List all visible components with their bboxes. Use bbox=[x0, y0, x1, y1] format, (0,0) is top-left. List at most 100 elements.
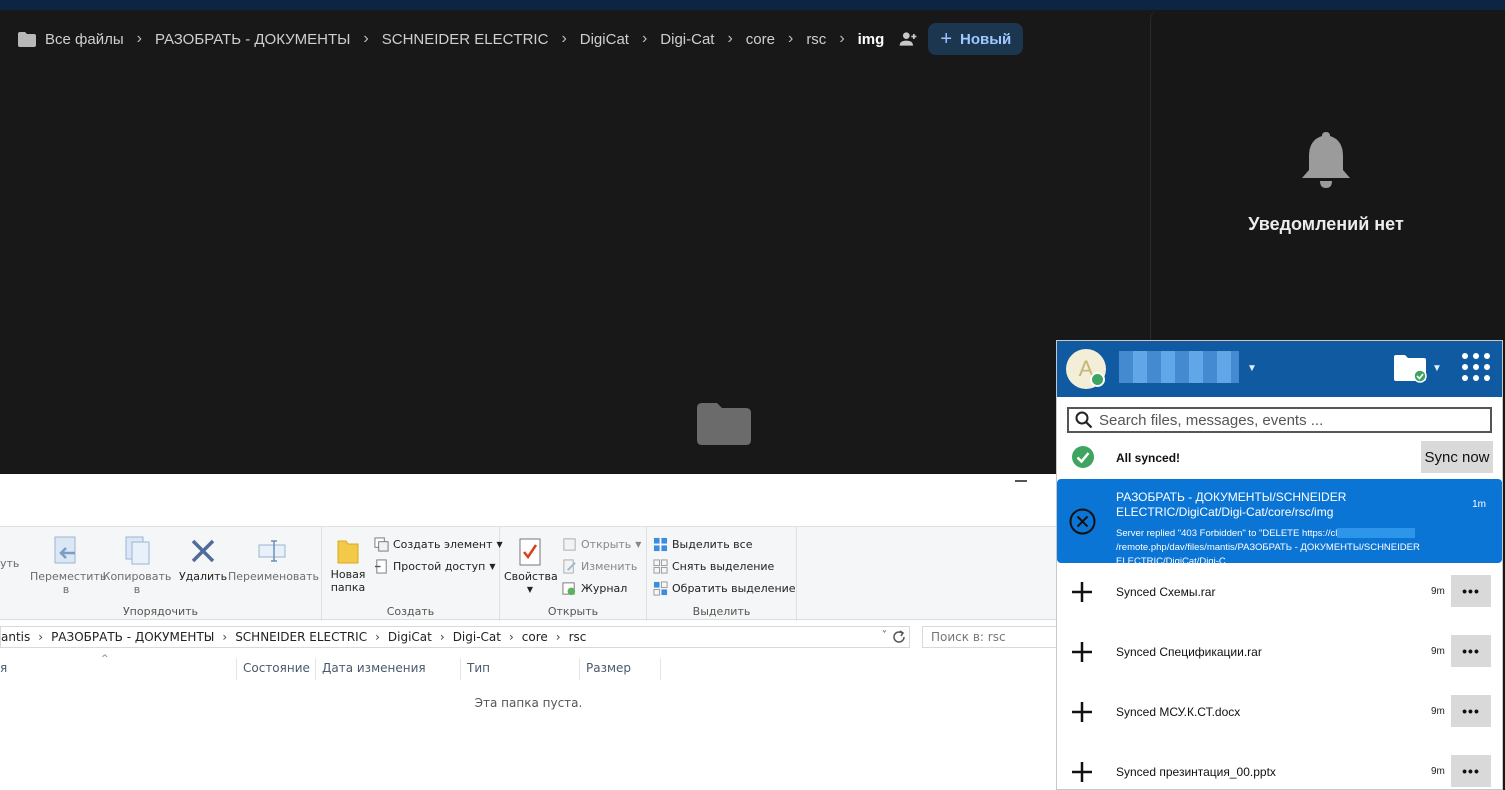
copy-to-label: Копировать в bbox=[102, 570, 172, 596]
chevron-right-icon: › bbox=[727, 30, 733, 47]
ribbon-group-create: Новая папка Создать элемент ▼ Простой до… bbox=[322, 527, 503, 621]
sync-client-popup: A ▼ ▼ Search files, messages, events ...… bbox=[1056, 340, 1503, 790]
activity-item[interactable]: Synced Спецификации.rar 9m ••• bbox=[1057, 623, 1502, 683]
error-activity-item[interactable]: РАЗОБРАТЬ - ДОКУМЕНТЫ/SCHNEIDER ELECTRIC… bbox=[1057, 479, 1502, 567]
redacted-host bbox=[1337, 528, 1416, 539]
share-user-icon[interactable] bbox=[898, 29, 918, 49]
group-label-create: Создать bbox=[386, 605, 435, 618]
address-segment[interactable]: antis bbox=[1, 630, 30, 644]
rename-button[interactable]: Переименовать bbox=[228, 535, 320, 583]
column-size[interactable]: Размер bbox=[580, 658, 661, 680]
select-none-button[interactable]: Снять выделение bbox=[653, 559, 774, 574]
address-segment[interactable]: SCHNEIDER ELECTRIC bbox=[235, 630, 367, 644]
cut-button[interactable]: уть bbox=[0, 557, 19, 570]
properties-button[interactable]: Свойства ▼ bbox=[504, 537, 558, 596]
select-all-button[interactable]: Выделить все bbox=[653, 537, 752, 552]
bell-icon bbox=[1302, 132, 1350, 188]
address-segment[interactable]: rsc bbox=[569, 630, 587, 644]
activity-item[interactable]: Synced Схемы.rar 9m ••• bbox=[1057, 563, 1502, 623]
dropdown-arrow-icon: ▼ bbox=[635, 540, 642, 549]
activity-item[interactable]: Synced МСУ.К.СТ.docx 9m ••• bbox=[1057, 683, 1502, 743]
address-segment[interactable]: core bbox=[522, 630, 548, 644]
plus-icon: + bbox=[940, 27, 952, 50]
chevron-down-icon[interactable]: ▼ bbox=[1432, 363, 1442, 374]
move-to-button[interactable]: Переместить в bbox=[30, 535, 106, 596]
activity-item[interactable]: Synced презинтация_00.pptx 9m ••• bbox=[1057, 743, 1502, 790]
rename-label: Переименовать bbox=[228, 570, 320, 583]
breadcrumb-root-label: Все файлы bbox=[45, 30, 124, 48]
delete-button[interactable]: Удалить bbox=[178, 535, 228, 583]
client-search-input[interactable]: Search files, messages, events ... bbox=[1067, 407, 1492, 433]
chevron-down-icon[interactable]: ▼ bbox=[1247, 363, 1257, 374]
local-folder-icon[interactable] bbox=[1393, 353, 1427, 383]
new-button-label: Новый bbox=[960, 30, 1012, 48]
explorer-search-input[interactable]: Поиск в: rsc bbox=[922, 626, 1057, 648]
new-folder-button[interactable]: Новая папка bbox=[328, 537, 368, 594]
activity-time: 9m bbox=[1431, 766, 1445, 777]
search-icon bbox=[1075, 411, 1093, 429]
activity-text: Synced МСУ.К.СТ.docx bbox=[1116, 705, 1241, 719]
open-label: Открыть bbox=[581, 538, 632, 551]
error-x-circle-icon bbox=[1069, 508, 1096, 535]
address-dropdown-icon[interactable]: ˅ bbox=[882, 630, 887, 641]
sync-now-button[interactable]: Sync now bbox=[1421, 441, 1493, 473]
properties-icon bbox=[519, 538, 541, 566]
plus-icon bbox=[1072, 702, 1092, 722]
more-options-button[interactable]: ••• bbox=[1451, 695, 1491, 727]
new-item-button[interactable]: Создать элемент ▼ bbox=[374, 537, 503, 552]
apps-grid-icon[interactable] bbox=[1462, 353, 1490, 381]
chevron-right-icon: › bbox=[508, 630, 514, 644]
client-header: A ▼ ▼ bbox=[1057, 341, 1502, 397]
check-circle-icon bbox=[1072, 446, 1094, 468]
edit-label: Изменить bbox=[581, 560, 638, 573]
breadcrumb-item[interactable]: Digi-Cat bbox=[660, 31, 714, 48]
breadcrumb-item[interactable]: DigiCat bbox=[580, 31, 629, 48]
account-name-redacted[interactable] bbox=[1119, 351, 1239, 383]
activity-time: 9m bbox=[1431, 646, 1445, 657]
refresh-icon[interactable] bbox=[891, 629, 907, 645]
breadcrumb-item[interactable]: РАЗОБРАТЬ - ДОКУМЕНТЫ bbox=[155, 31, 350, 48]
invert-selection-button[interactable]: Обратить выделение bbox=[653, 581, 796, 596]
address-segment[interactable]: РАЗОБРАТЬ - ДОКУМЕНТЫ bbox=[51, 630, 214, 644]
edit-icon bbox=[563, 559, 576, 574]
breadcrumb-item[interactable]: core bbox=[746, 31, 775, 48]
easy-access-icon bbox=[374, 559, 387, 574]
column-date-modified[interactable]: Дата изменения bbox=[316, 658, 461, 680]
column-name[interactable]: я bbox=[0, 658, 237, 680]
chevron-right-icon: › bbox=[787, 30, 794, 47]
chevron-right-icon: › bbox=[439, 630, 445, 644]
column-status[interactable]: Состояние bbox=[237, 658, 316, 680]
new-item-label: Создать элемент bbox=[393, 538, 493, 551]
copy-to-button[interactable]: Копировать в bbox=[102, 535, 172, 596]
select-none-icon bbox=[653, 559, 668, 574]
rename-icon bbox=[258, 540, 286, 562]
breadcrumb-item[interactable]: SCHNEIDER ELECTRIC bbox=[382, 31, 549, 48]
more-options-button[interactable]: ••• bbox=[1451, 635, 1491, 667]
plus-icon bbox=[1072, 762, 1092, 782]
easy-access-button[interactable]: Простой доступ ▼ bbox=[374, 559, 495, 574]
delete-label: Удалить bbox=[178, 570, 228, 583]
address-segment[interactable]: DigiCat bbox=[388, 630, 432, 644]
minimize-button[interactable] bbox=[1015, 480, 1027, 482]
history-button[interactable]: Журнал bbox=[562, 581, 627, 596]
chevron-right-icon: › bbox=[555, 630, 561, 644]
new-folder-label: Новая папка bbox=[330, 568, 366, 594]
select-all-label: Выделить все bbox=[672, 538, 753, 551]
more-options-button[interactable]: ••• bbox=[1451, 575, 1491, 607]
breadcrumb-current[interactable]: img bbox=[858, 31, 885, 48]
address-bar[interactable]: antis › РАЗОБРАТЬ - ДОКУМЕНТЫ › SCHNEIDE… bbox=[0, 626, 910, 648]
activity-time: 9m bbox=[1431, 706, 1445, 717]
new-button[interactable]: + Новый bbox=[928, 23, 1024, 55]
column-type[interactable]: Тип bbox=[461, 658, 580, 680]
more-options-button[interactable]: ••• bbox=[1451, 755, 1491, 787]
group-label-organize: Упорядочить bbox=[122, 605, 199, 618]
open-button[interactable]: Открыть ▼ bbox=[562, 537, 641, 552]
easy-access-label: Простой доступ bbox=[393, 560, 486, 573]
ribbon-group-select: Выделить все Снять выделение Обратить вы… bbox=[647, 527, 797, 621]
browser-top-strip bbox=[0, 0, 1505, 10]
address-segment[interactable]: Digi-Cat bbox=[453, 630, 501, 644]
breadcrumb-item[interactable]: rsc bbox=[806, 31, 826, 48]
new-item-icon bbox=[374, 537, 389, 552]
breadcrumb-root[interactable]: Все файлы bbox=[18, 31, 124, 48]
edit-button[interactable]: Изменить bbox=[562, 559, 637, 574]
